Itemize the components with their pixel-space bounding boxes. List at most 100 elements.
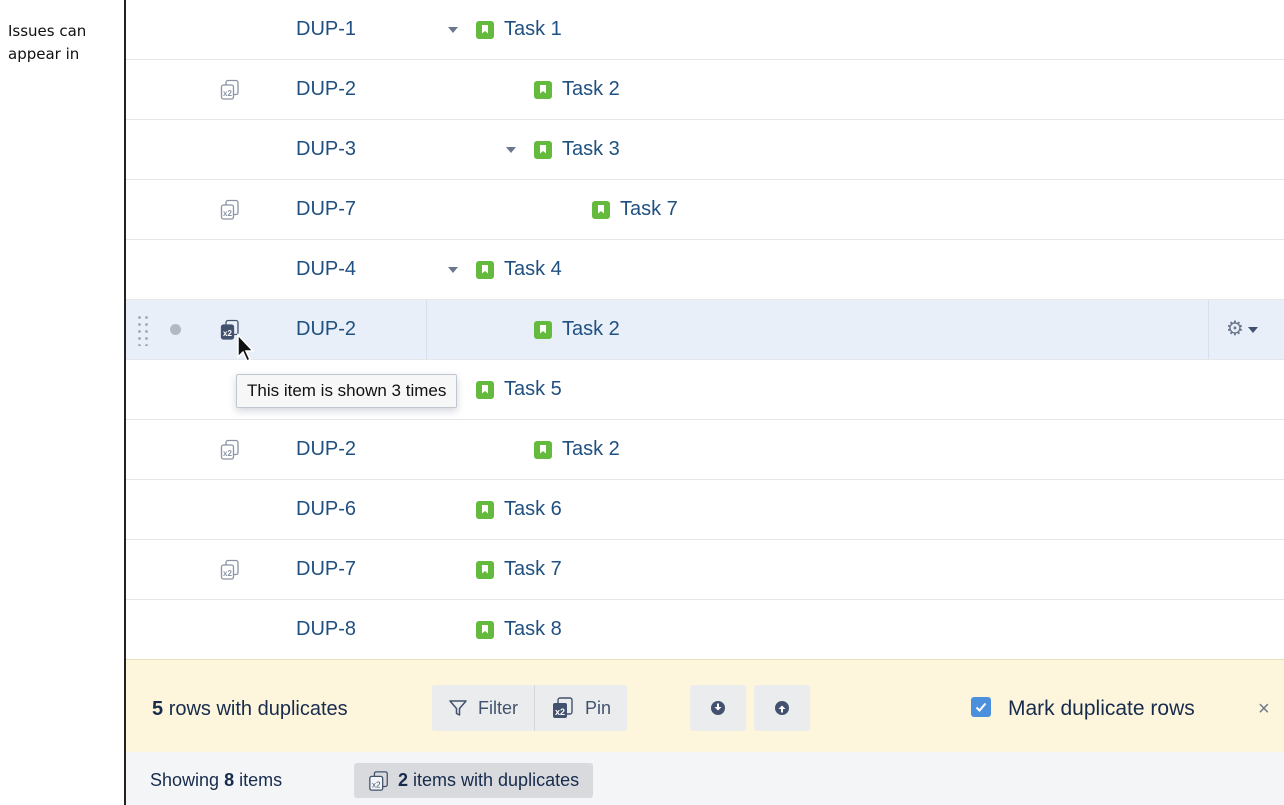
- issue-summary-cell: Task 2: [534, 420, 620, 479]
- task-story-icon: [476, 380, 494, 399]
- mark-duplicates-checkbox[interactable]: [971, 697, 991, 717]
- task-story-icon: [534, 140, 552, 159]
- column-divider: [426, 300, 427, 359]
- table-row[interactable]: DUP-1 Task 1: [126, 0, 1284, 60]
- duplicate-x2-icon[interactable]: x2: [220, 79, 240, 101]
- issue-summary[interactable]: Task 2: [562, 318, 620, 341]
- dup-items-count: 2: [398, 770, 409, 790]
- table-row[interactable]: x2 DUP-7 Task 7: [126, 180, 1284, 240]
- chevron-down-icon[interactable]: [502, 141, 520, 159]
- issue-key[interactable]: DUP-4: [296, 240, 356, 299]
- issue-summary-cell: Task 4: [444, 240, 562, 299]
- items-with-duplicates-button[interactable]: x2 2 items with duplicates: [354, 763, 594, 798]
- mouse-cursor-icon: [237, 333, 255, 363]
- issue-summary-cell: Task 1: [444, 0, 562, 59]
- issue-key[interactable]: DUP-6: [296, 480, 356, 539]
- svg-text:x2: x2: [223, 329, 232, 338]
- arrow-down-circle-icon: [711, 701, 725, 715]
- issue-summary[interactable]: Task 4: [504, 258, 562, 281]
- table-row[interactable]: DUP-4 Task 4: [126, 240, 1284, 300]
- pin-label: Pin: [585, 697, 612, 718]
- showing-count-text: Showing 8 items: [150, 752, 282, 805]
- issue-summary[interactable]: Task 3: [562, 138, 620, 161]
- chevron-down-icon[interactable]: [444, 261, 462, 279]
- table-row[interactable]: DUP-3 Task 3: [126, 120, 1284, 180]
- issue-summary[interactable]: Task 7: [620, 198, 678, 221]
- duplicates-count: 5: [152, 698, 164, 720]
- issue-key[interactable]: DUP-2: [296, 60, 356, 119]
- showing-suffix: items: [239, 770, 283, 790]
- issue-key[interactable]: DUP-7: [296, 180, 356, 239]
- issue-summary[interactable]: Task 2: [562, 438, 620, 461]
- filter-button[interactable]: Filter: [432, 685, 535, 731]
- table-row[interactable]: DUP-6 Task 6: [126, 480, 1284, 540]
- row-status-dot: [170, 324, 181, 335]
- issue-summary[interactable]: Task 6: [504, 498, 562, 521]
- issue-key[interactable]: DUP-8: [296, 600, 356, 659]
- drag-handle-icon[interactable]: [136, 314, 150, 346]
- next-duplicate-button[interactable]: [690, 685, 746, 731]
- svg-text:x2: x2: [223, 449, 232, 458]
- issue-summary-cell: Task 8: [476, 600, 562, 659]
- svg-text:x2: x2: [372, 780, 381, 789]
- table-row[interactable]: x2 DUP-2 Task 2: [126, 420, 1284, 480]
- issue-summary-cell: Task 6: [476, 480, 562, 539]
- issue-summary[interactable]: Task 1: [504, 18, 562, 41]
- arrow-up-circle-icon: [775, 701, 789, 715]
- table-row[interactable]: x2 DUP-2 Task 2: [126, 60, 1284, 120]
- task-story-icon: [476, 500, 494, 519]
- filter-pin-group: Filter x2 Pin: [432, 685, 628, 731]
- issue-summary-cell: Task 2: [534, 300, 620, 359]
- task-story-icon: [592, 200, 610, 219]
- duplicates-summary-label: rows with duplicates: [168, 698, 348, 720]
- duplicate-x2-icon: x2: [368, 770, 390, 792]
- pin-button[interactable]: x2 Pin: [535, 685, 628, 731]
- issue-summary-cell: Task 7: [592, 180, 678, 239]
- issue-key[interactable]: DUP-3: [296, 120, 356, 179]
- table-row[interactable]: x2 DUP-7 Task 7: [126, 540, 1284, 600]
- svg-text:x2: x2: [223, 569, 232, 578]
- issue-summary[interactable]: Task 8: [504, 618, 562, 641]
- table-row[interactable]: ⚙ x2 DUP-2 Task 2: [126, 300, 1284, 360]
- task-story-icon: [534, 320, 552, 339]
- filter-label: Filter: [478, 697, 518, 718]
- issue-summary-cell: Task 3: [502, 120, 620, 179]
- issue-summary[interactable]: Task 5: [504, 378, 562, 401]
- row-actions-button[interactable]: ⚙: [1226, 317, 1258, 341]
- duplicates-summary: 5 rows with duplicates: [152, 660, 348, 758]
- issue-key[interactable]: DUP-1: [296, 0, 356, 59]
- chevron-down-icon[interactable]: [444, 21, 462, 39]
- issue-summary[interactable]: Task 2: [562, 78, 620, 101]
- table-row[interactable]: DUP-8 Task 8: [126, 600, 1284, 660]
- task-story-icon: [476, 560, 494, 579]
- issue-key[interactable]: DUP-2: [296, 300, 356, 359]
- issue-key[interactable]: DUP-7: [296, 540, 356, 599]
- issue-summary[interactable]: Task 7: [504, 558, 562, 581]
- status-bar: Showing 8 items x2 2 items with duplicat…: [126, 752, 1284, 805]
- mark-duplicates-label[interactable]: Mark duplicate rows: [1008, 660, 1195, 758]
- issue-summary-cell: Task 5: [476, 360, 562, 419]
- svg-text:x2: x2: [555, 707, 565, 717]
- structure-panel: DUP-1 Task 1 x2 DUP-2 Task 2 DUP-3 Task 3 x2…: [124, 0, 1284, 805]
- issue-summary-cell: Task 7: [476, 540, 562, 599]
- gear-icon: ⚙: [1226, 318, 1244, 340]
- chevron-down-icon: [1247, 326, 1258, 333]
- previous-duplicate-button[interactable]: [754, 685, 810, 731]
- task-story-icon: [534, 80, 552, 99]
- issue-key[interactable]: DUP-2: [296, 420, 356, 479]
- column-divider: [1208, 300, 1209, 359]
- checkmark-icon: [975, 702, 987, 712]
- duplicate-x2-icon[interactable]: x2: [220, 199, 240, 221]
- side-note: Issues can appear in: [8, 22, 87, 63]
- duplicate-x2-icon[interactable]: x2: [220, 439, 240, 461]
- task-story-icon: [476, 620, 494, 639]
- task-story-icon: [534, 440, 552, 459]
- showing-prefix: Showing: [150, 770, 220, 790]
- close-toolbar-button[interactable]: ×: [1258, 660, 1270, 758]
- issue-rows: DUP-1 Task 1 x2 DUP-2 Task 2 DUP-3 Task 3 x2…: [126, 0, 1284, 660]
- task-story-icon: [476, 20, 494, 39]
- duplicates-toolbar: 5 rows with duplicates Filter x2 Pin Mar…: [126, 659, 1284, 753]
- duplicate-x2-icon[interactable]: x2: [220, 559, 240, 581]
- duplicate-x2-icon: x2: [551, 696, 575, 720]
- issue-summary-cell: Task 2: [534, 60, 620, 119]
